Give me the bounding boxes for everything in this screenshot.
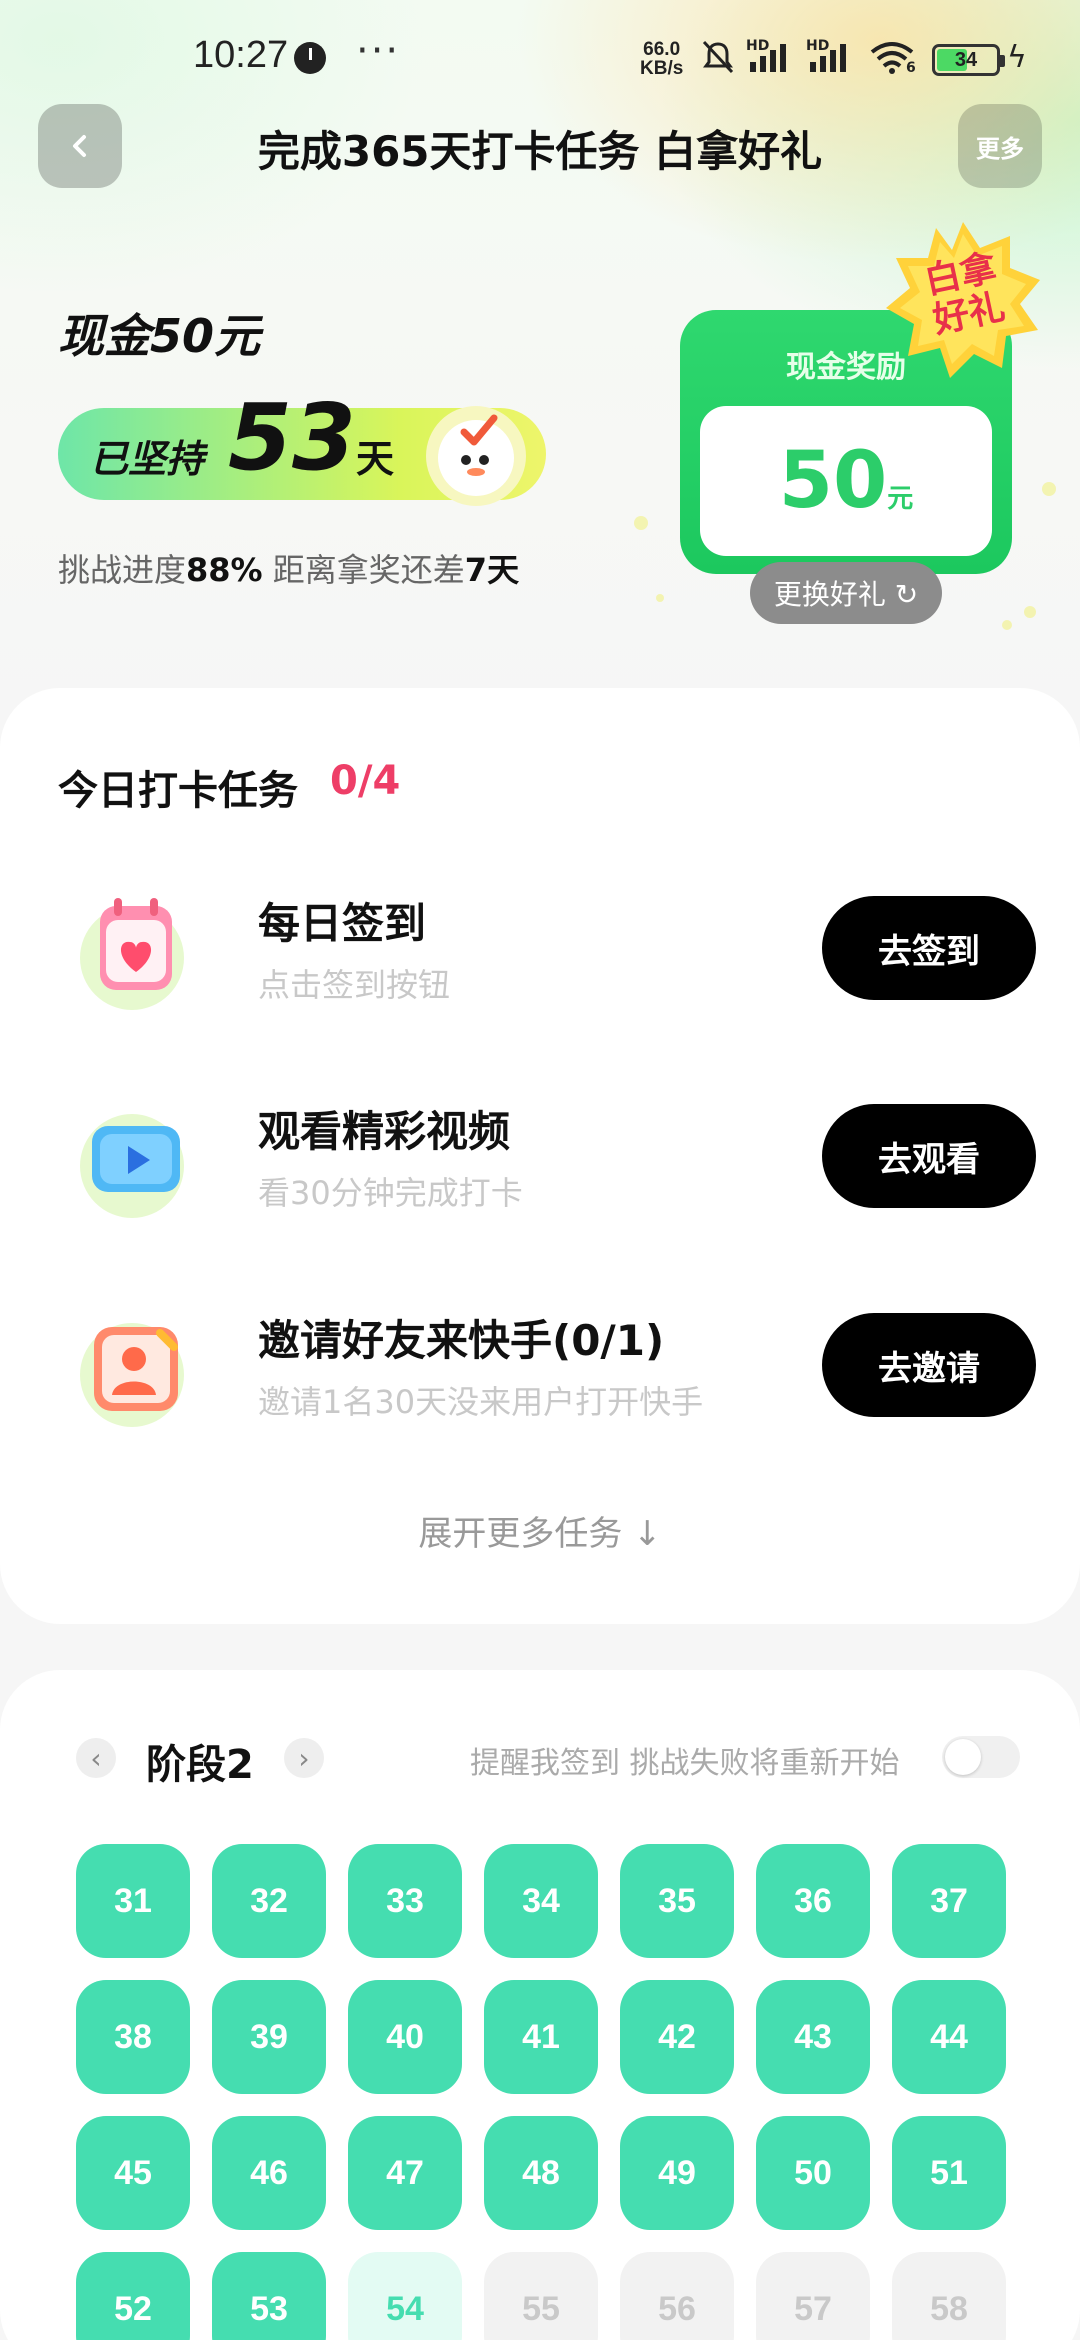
task-name: 每日签到 [258, 899, 427, 948]
day-cell-33[interactable]: 33 [348, 1844, 462, 1958]
day-cell-55[interactable]: 55 [484, 2252, 598, 2340]
day-cell-31[interactable]: 31 [76, 1844, 190, 1958]
reward-amount: 50元 [700, 436, 992, 526]
calendar-heart-icon [80, 898, 184, 1010]
day-cell-47[interactable]: 47 [348, 2116, 462, 2230]
more-notifications-icon: ··· [356, 28, 401, 74]
task-item-checkin: 每日签到 点击签到按钮 去签到 [0, 876, 1080, 1016]
network-speed-unit: KB/s [640, 58, 684, 79]
reward-label: 现金50元 [58, 309, 261, 363]
task-desc: 看30分钟完成打卡 [258, 1174, 523, 1212]
sparkle [1024, 606, 1036, 618]
day-cell-32[interactable]: 32 [212, 1844, 326, 1958]
day-cell-35[interactable]: 35 [620, 1844, 734, 1958]
reward-amount-value: 50 [778, 436, 888, 526]
alarm-icon [294, 42, 326, 74]
stage-label: 阶段2 [146, 1742, 254, 1788]
sparkle [656, 594, 664, 602]
status-time: 10:27 [193, 34, 289, 76]
day-cell-37[interactable]: 37 [892, 1844, 1006, 1958]
charging-icon: ϟ [1007, 40, 1027, 75]
day-cell-56[interactable]: 56 [620, 2252, 734, 2340]
day-cell-40[interactable]: 40 [348, 1980, 462, 2094]
day-cell-36[interactable]: 36 [756, 1844, 870, 1958]
progress-percent: 88% [186, 551, 263, 589]
network-speed-value: 66.0 [643, 39, 681, 60]
reward-amount-unit: 元 [887, 484, 914, 514]
day-cell-39[interactable]: 39 [212, 1980, 326, 2094]
day-cell-43[interactable]: 43 [756, 1980, 870, 2094]
tasks-title: 今日打卡任务 [58, 768, 298, 814]
sparkle [634, 516, 648, 530]
day-cell-46[interactable]: 46 [212, 2116, 326, 2230]
streak-unit: 天 [356, 437, 395, 481]
task-desc: 点击签到按钮 [258, 966, 451, 1004]
day-cell-58[interactable]: 58 [892, 2252, 1006, 2340]
more-button[interactable]: 更多 [958, 104, 1042, 188]
streak-days: 53 [228, 384, 357, 491]
task-desc: 邀请1名30天没来用户打开快手 [258, 1383, 704, 1421]
progress-text: 挑战进度88% 距离拿奖还差7天 [58, 545, 519, 591]
battery-icon: 34 [932, 44, 1005, 76]
streak-prefix: 已坚持 [90, 437, 205, 481]
days-left: 7天 [464, 551, 520, 589]
sparkle [1042, 482, 1056, 496]
day-cell-53[interactable]: 53 [212, 2252, 326, 2340]
remind-toggle[interactable] [942, 1736, 1020, 1778]
day-cell-49[interactable]: 49 [620, 2116, 734, 2230]
swap-gift-button[interactable]: 更换好礼 ↻ [750, 562, 942, 624]
progress-middle: 距离拿奖还差 [262, 551, 465, 589]
mascot-icon [426, 406, 526, 506]
invite-button[interactable]: 去邀请 [822, 1313, 1036, 1417]
stage-prev-button[interactable]: ‹ [76, 1738, 116, 1778]
day-cell-44[interactable]: 44 [892, 1980, 1006, 2094]
expand-more-tasks-link[interactable]: 展开更多任务 ↓ [0, 1506, 1080, 1555]
task-item-invite: 邀请好友来快手(0/1) 邀请1名30天没来用户打开快手 去邀请 [0, 1293, 1080, 1433]
day-cell-50[interactable]: 50 [756, 2116, 870, 2230]
day-cell-51[interactable]: 51 [892, 2116, 1006, 2230]
progress-prefix: 挑战进度 [58, 551, 187, 589]
day-cell-41[interactable]: 41 [484, 1980, 598, 2094]
day-cell-48[interactable]: 48 [484, 2116, 598, 2230]
remind-text: 提醒我签到 挑战失败将重新开始 [470, 1746, 900, 1781]
video-play-icon [80, 1114, 184, 1218]
stage-next-button[interactable]: › [284, 1738, 324, 1778]
status-bar: 10:27 ··· 66.0 KB/s HD HD 6 34 ϟ [0, 0, 1080, 110]
day-cell-54[interactable]: 54 [348, 2252, 462, 2340]
day-cell-34[interactable]: 34 [484, 1844, 598, 1958]
day-cell-42[interactable]: 42 [620, 1980, 734, 2094]
day-cell-38[interactable]: 38 [76, 1980, 190, 2094]
checkin-button[interactable]: 去签到 [822, 896, 1036, 1000]
day-cell-45[interactable]: 45 [76, 2116, 190, 2230]
battery-level: 34 [954, 49, 978, 71]
task-name: 观看精彩视频 [258, 1107, 511, 1156]
day-cell-52[interactable]: 52 [76, 2252, 190, 2340]
wifi-sub-label: 6 [906, 60, 916, 76]
task-item-watch-video: 观看精彩视频 看30分钟完成打卡 去观看 [0, 1084, 1080, 1224]
page-title: 完成365天打卡任务 白拿好礼 [257, 127, 823, 176]
watch-button[interactable]: 去观看 [822, 1104, 1036, 1208]
network-speed: 66.0 KB/s [640, 40, 683, 78]
day-cell-57[interactable]: 57 [756, 2252, 870, 2340]
task-name: 邀请好友来快手(0/1) [258, 1316, 665, 1365]
mute-bell-icon [702, 40, 734, 74]
sparkle [1002, 620, 1012, 630]
signal-strength-icon-2 [810, 44, 846, 72]
tasks-count: 0/4 [330, 758, 401, 804]
invite-friend-icon [80, 1323, 184, 1427]
signal-strength-icon-1 [750, 44, 786, 72]
